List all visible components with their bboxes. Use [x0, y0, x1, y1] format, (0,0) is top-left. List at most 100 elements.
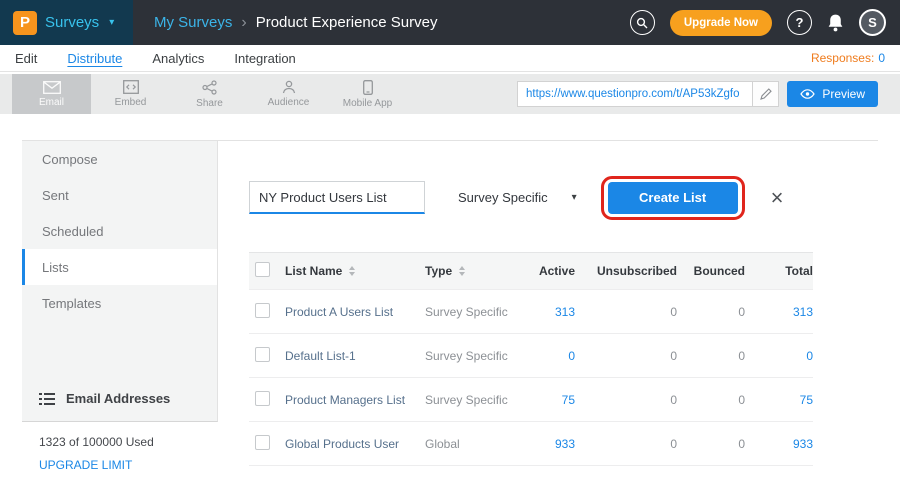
list-type: Survey Specific [425, 393, 508, 407]
list-type: Global [425, 437, 460, 451]
toolbar-item-email[interactable]: Email [12, 74, 91, 114]
embed-icon [123, 80, 139, 94]
distribute-toolbar: Email Embed Share Audience Mobile App ht… [0, 74, 900, 114]
bounced-count: 0 [677, 305, 745, 319]
list-name-input[interactable] [249, 181, 425, 214]
column-header-total: Total [745, 264, 813, 278]
help-icon[interactable]: ? [787, 10, 812, 35]
table-row: Product A Users List Survey Specific 313… [249, 290, 813, 334]
unsubscribed-count: 0 [575, 437, 677, 451]
user-avatar[interactable]: S [859, 9, 886, 36]
total-count[interactable]: 933 [745, 437, 813, 451]
responses-count: 0 [878, 51, 885, 65]
toolbar-item-audience[interactable]: Audience [249, 74, 328, 114]
tab-analytics[interactable]: Analytics [152, 51, 204, 66]
breadcrumb-my-surveys[interactable]: My Surveys [154, 14, 232, 31]
product-name: Surveys [45, 14, 99, 31]
toolbar-item-label: Embed [115, 97, 147, 108]
sidebar-item-compose[interactable]: Compose [22, 141, 217, 177]
email-sidebar: Compose Sent Scheduled Lists Templates E… [22, 141, 218, 497]
lists-table: List Name Type Active Unsubscribed Bounc… [249, 252, 813, 466]
list-type: Survey Specific [425, 305, 508, 319]
bounced-count: 0 [677, 437, 745, 451]
close-icon[interactable]: × [771, 187, 784, 209]
survey-url-text: https://www.questionpro.com/t/AP53kZgfo [518, 88, 752, 100]
app-window: P Surveys ▾ My Surveys › Product Experie… [0, 0, 900, 497]
edit-url-pencil-icon[interactable] [752, 82, 778, 106]
total-count[interactable]: 313 [745, 305, 813, 319]
column-header-list-name[interactable]: List Name [285, 264, 425, 278]
toolbar-item-share[interactable]: Share [170, 74, 249, 114]
row-checkbox[interactable] [255, 435, 270, 450]
responses-label: Responses: [811, 51, 874, 65]
tab-integration[interactable]: Integration [234, 51, 295, 66]
lists-panel: Survey Specific ▾ Create List × List Nam… [218, 141, 878, 497]
share-icon [202, 80, 217, 95]
create-list-button[interactable]: Create List [608, 182, 738, 214]
upgrade-limit-link[interactable]: UPGRADE LIMIT [22, 449, 218, 472]
notifications-bell-icon[interactable] [827, 13, 844, 32]
upgrade-now-button[interactable]: Upgrade Now [670, 10, 772, 36]
chevron-down-icon: ▾ [572, 192, 577, 203]
preview-button[interactable]: Preview [787, 81, 878, 107]
active-count[interactable]: 313 [523, 305, 575, 319]
column-header-bounced: Bounced [677, 264, 745, 278]
responses-counter: Responses: 0 [811, 51, 885, 65]
email-addresses-list-icon [39, 393, 55, 405]
top-bar: P Surveys ▾ My Surveys › Product Experie… [0, 0, 900, 45]
unsubscribed-count: 0 [575, 393, 677, 407]
eye-icon [800, 89, 815, 99]
list-name-link[interactable]: Default List-1 [285, 349, 356, 363]
sort-icon[interactable] [349, 266, 355, 276]
column-header-active: Active [523, 264, 575, 278]
chevron-down-icon: ▾ [109, 17, 114, 28]
bounced-count: 0 [677, 349, 745, 363]
list-name-link[interactable]: Product A Users List [285, 305, 393, 319]
table-row: Product Managers List Survey Specific 75… [249, 378, 813, 422]
create-list-form: Survey Specific ▾ Create List × [249, 181, 878, 214]
table-row: Global Products User Global 933 0 0 933 [249, 422, 813, 466]
list-name-link[interactable]: Global Products User [285, 437, 399, 451]
breadcrumb: My Surveys › Product Experience Survey [154, 14, 437, 32]
select-all-checkbox[interactable] [255, 262, 270, 277]
column-header-type[interactable]: Type [425, 264, 523, 278]
email-addresses-section: Email Addresses [22, 391, 217, 421]
list-type-dropdown[interactable]: Survey Specific ▾ [458, 190, 577, 205]
toolbar-item-embed[interactable]: Embed [91, 74, 170, 114]
survey-nav-tabs: Edit Distribute Analytics Integration Re… [0, 45, 900, 72]
topbar-actions: Upgrade Now ? S [630, 9, 900, 36]
search-icon[interactable] [630, 10, 655, 35]
sidebar-item-sent[interactable]: Sent [22, 177, 217, 213]
email-addresses-title: Email Addresses [66, 391, 170, 406]
toolbar-item-mobile-app[interactable]: Mobile App [328, 74, 407, 114]
table-header-row: List Name Type Active Unsubscribed Bounc… [249, 252, 813, 290]
row-checkbox[interactable] [255, 303, 270, 318]
row-checkbox[interactable] [255, 347, 270, 362]
mobile-app-icon [363, 80, 373, 95]
sidebar-item-templates[interactable]: Templates [22, 285, 217, 321]
list-name-link[interactable]: Product Managers List [285, 393, 405, 407]
page-title: Product Experience Survey [256, 14, 438, 31]
sidebar-item-lists[interactable]: Lists [22, 249, 217, 285]
toolbar-item-label: Mobile App [343, 98, 392, 109]
table-row: Default List-1 Survey Specific 0 0 0 0 [249, 334, 813, 378]
active-count[interactable]: 75 [523, 393, 575, 407]
sort-icon[interactable] [459, 266, 465, 276]
tab-edit[interactable]: Edit [15, 51, 37, 66]
active-count[interactable]: 933 [523, 437, 575, 451]
audience-icon [282, 80, 296, 94]
sidebar-spacer [22, 321, 217, 391]
row-checkbox[interactable] [255, 391, 270, 406]
total-count[interactable]: 0 [745, 349, 813, 363]
tab-distribute[interactable]: Distribute [67, 51, 122, 66]
survey-url-box: https://www.questionpro.com/t/AP53kZgfo [517, 81, 779, 107]
bounced-count: 0 [677, 393, 745, 407]
active-count[interactable]: 0 [523, 349, 575, 363]
unsubscribed-count: 0 [575, 305, 677, 319]
list-type-selected: Survey Specific [458, 190, 548, 205]
toolbar-item-label: Audience [268, 97, 310, 108]
email-icon [43, 81, 61, 94]
surveys-menu[interactable]: P Surveys ▾ [0, 0, 133, 45]
total-count[interactable]: 75 [745, 393, 813, 407]
sidebar-item-scheduled[interactable]: Scheduled [22, 213, 217, 249]
